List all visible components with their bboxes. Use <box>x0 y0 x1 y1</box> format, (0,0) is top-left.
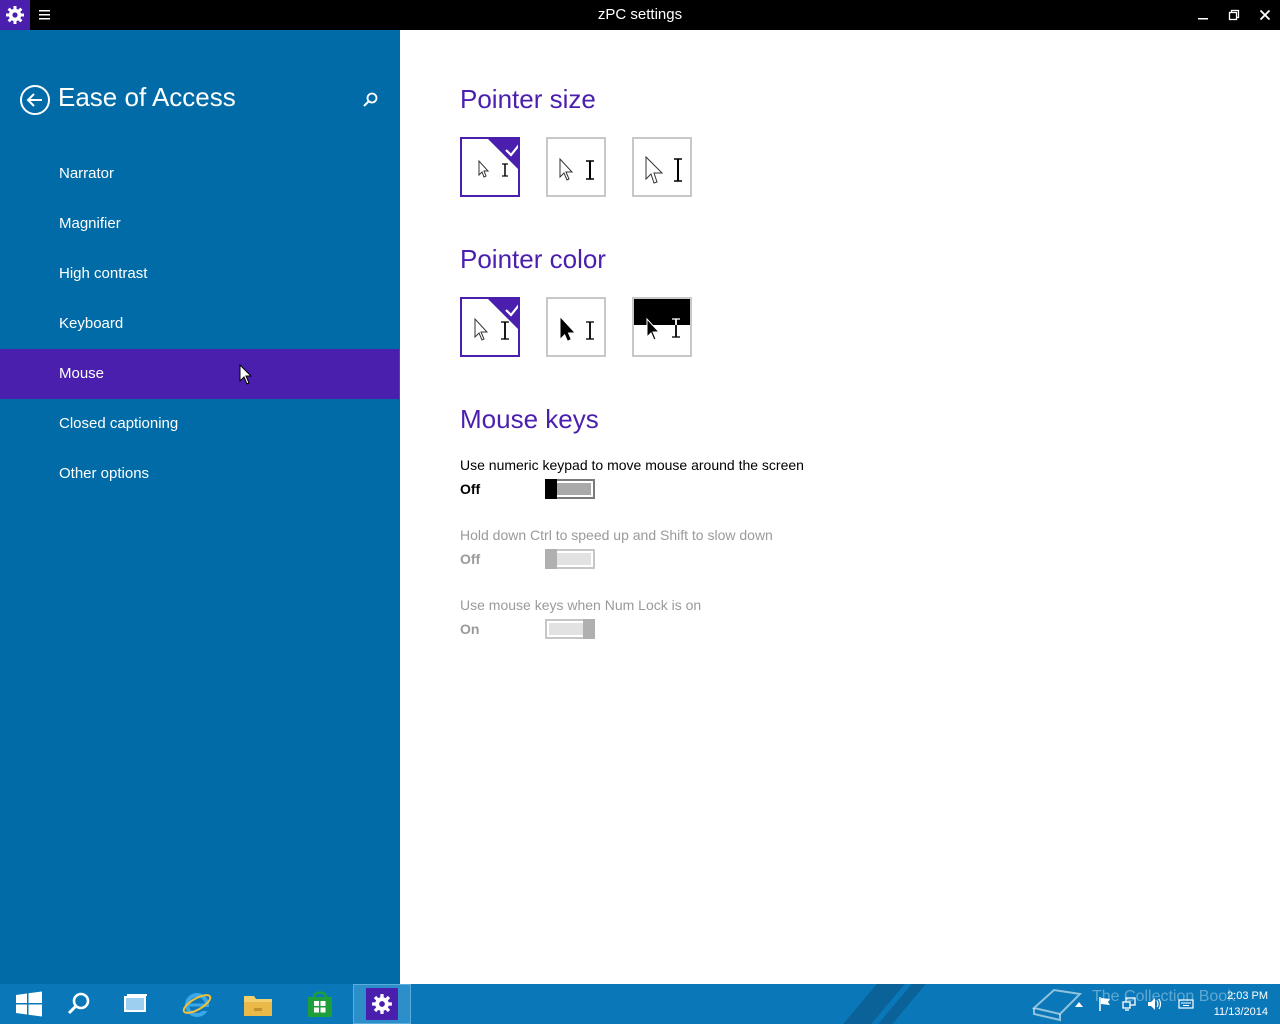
pointer-size-medium-option[interactable] <box>546 137 606 197</box>
sidebar-item-other-options[interactable]: Other options <box>0 449 399 499</box>
sidebar-item-label: Mouse <box>59 365 105 382</box>
store-icon[interactable] <box>291 984 349 1024</box>
back-arrow-icon[interactable] <box>19 84 51 116</box>
restore-button[interactable] <box>1219 0 1249 30</box>
action-center-flag-icon[interactable] <box>1096 984 1114 1024</box>
settings-taskbar-icon[interactable] <box>353 984 411 1024</box>
pointer-size-small-option[interactable] <box>460 137 520 197</box>
sidebar: Ease of Access Narrator Magnifier High c… <box>0 30 400 984</box>
clock-date: 11/13/2014 <box>1213 1006 1268 1018</box>
sidebar-item-magnifier[interactable]: Magnifier <box>0 199 399 249</box>
pointer-color-black-option[interactable] <box>546 297 606 357</box>
pointer-color-white-option[interactable] <box>460 297 520 357</box>
sidebar-item-label: Narrator <box>59 165 115 182</box>
window-title: zPC settings <box>597 6 683 23</box>
internet-explorer-icon[interactable] <box>168 984 226 1024</box>
taskbar: The Collection Book 2:03 PM 11/13/2014 <box>0 984 1280 1024</box>
network-icon[interactable] <box>1120 984 1140 1024</box>
show-hidden-icons-icon[interactable] <box>1072 984 1086 1024</box>
pointer-color-inverted-option[interactable] <box>632 297 692 357</box>
sidebar-item-label: Magnifier <box>59 215 121 232</box>
pointer-size-large-option[interactable] <box>632 137 692 197</box>
sidebar-item-mouse[interactable]: Mouse <box>0 349 399 399</box>
pointer-color-heading: Pointer color <box>460 244 606 274</box>
task-view-icon[interactable] <box>107 984 165 1024</box>
numeric-keypad-toggle[interactable] <box>545 479 595 499</box>
clock-time: 2:03 PM <box>1227 990 1268 1002</box>
mouse-keys-heading: Mouse keys <box>460 404 599 434</box>
ctrl-shift-speed-toggle[interactable] <box>545 549 595 569</box>
num-lock-state: On <box>460 621 480 637</box>
sidebar-item-closed-captioning[interactable]: Closed captioning <box>0 399 399 449</box>
volume-icon[interactable] <box>1145 984 1165 1024</box>
close-button[interactable] <box>1250 0 1280 30</box>
ctrl-shift-speed-state: Off <box>460 551 481 567</box>
sidebar-item-label: Other options <box>59 465 150 482</box>
sidebar-item-narrator[interactable]: Narrator <box>0 149 399 199</box>
sidebar-item-label: Keyboard <box>59 315 124 332</box>
taskbar-clock[interactable]: 2:03 PM 11/13/2014 <box>1214 988 1268 1020</box>
num-lock-toggle[interactable] <box>545 619 595 639</box>
sidebar-item-high-contrast[interactable]: High contrast <box>0 249 399 299</box>
search-icon[interactable] <box>50 984 108 1024</box>
ctrl-shift-speed-label: Hold down Ctrl to speed up and Shift to … <box>460 527 773 543</box>
search-icon[interactable] <box>360 90 380 110</box>
sidebar-title: Ease of Access <box>58 82 236 112</box>
file-explorer-icon[interactable] <box>229 984 287 1024</box>
pointer-size-heading: Pointer size <box>460 84 596 114</box>
numeric-keypad-state: Off <box>460 481 481 497</box>
keyboard-input-icon[interactable] <box>1176 984 1196 1024</box>
numeric-keypad-label: Use numeric keypad to move mouse around … <box>460 457 804 473</box>
sidebar-item-keyboard[interactable]: Keyboard <box>0 299 399 349</box>
mouse-cursor-icon <box>239 363 253 391</box>
minimize-button[interactable] <box>1188 0 1218 30</box>
num-lock-label: Use mouse keys when Num Lock is on <box>460 597 702 613</box>
sidebar-item-label: Closed captioning <box>59 415 179 432</box>
sidebar-item-label: High contrast <box>59 265 148 282</box>
title-bar: zPC settings <box>0 0 1280 30</box>
